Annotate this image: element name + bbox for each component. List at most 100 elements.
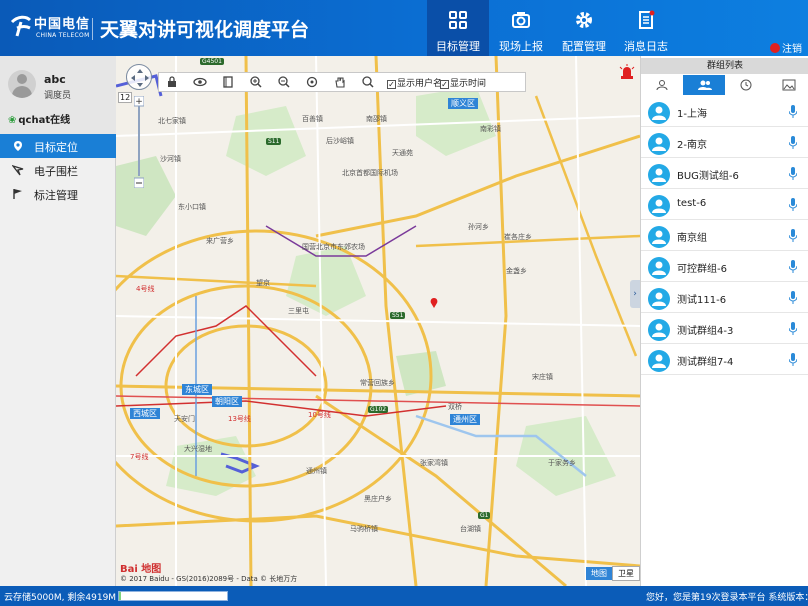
tab-history[interactable] bbox=[725, 75, 767, 95]
map-highway-label: S11 bbox=[266, 138, 282, 145]
map-place-label: 黑庄户乡 bbox=[364, 495, 392, 503]
map-type-satellite[interactable]: 卫星 bbox=[612, 566, 640, 581]
storage-progress-bar bbox=[118, 591, 228, 601]
book-icon[interactable] bbox=[221, 75, 235, 89]
group-avatar-icon bbox=[648, 257, 670, 279]
menu-annotation[interactable]: 标注管理 bbox=[0, 182, 116, 206]
group-icon bbox=[698, 80, 712, 90]
app-title: 天翼对讲可视化调度平台 bbox=[100, 19, 310, 41]
china-telecom-logo: 中国电信 CHINA TELECOM bbox=[8, 10, 98, 46]
tab-images[interactable] bbox=[767, 75, 808, 95]
user-icon bbox=[656, 80, 668, 91]
telecom-mark-icon bbox=[10, 15, 32, 37]
show-username-checkbox[interactable]: ✓ 显示用户名 bbox=[387, 76, 442, 89]
nav-config-management[interactable]: 配置管理 bbox=[553, 0, 615, 56]
right-panel-toggle[interactable]: › bbox=[630, 280, 640, 308]
microphone-icon[interactable] bbox=[789, 322, 797, 335]
logout-button[interactable]: 注销 bbox=[770, 40, 802, 55]
group-list-item[interactable]: 南京组 bbox=[641, 221, 808, 251]
left-panel: abc 调度员 ❀ qchat在线 目标定位 电子围栏 标注管理 bbox=[0, 56, 116, 586]
map-type-normal[interactable]: 地图 bbox=[586, 567, 612, 580]
qchat-status: ❀ qchat在线 bbox=[8, 111, 70, 126]
map-place-label: 南邵镇 bbox=[366, 115, 387, 123]
lock-icon[interactable] bbox=[165, 75, 179, 89]
zoom-in-icon[interactable] bbox=[249, 75, 263, 89]
nav-target-management[interactable]: 目标管理 bbox=[427, 0, 489, 56]
group-list-item[interactable]: 测试群组4-3 bbox=[641, 314, 808, 344]
power-icon bbox=[770, 43, 780, 53]
microphone-icon[interactable] bbox=[789, 291, 797, 304]
eye-icon[interactable] bbox=[193, 75, 207, 89]
map-place-label: 大兴湿地 bbox=[184, 445, 212, 453]
microphone-icon[interactable] bbox=[789, 260, 797, 273]
menu-geo-fence[interactable]: 电子围栏 bbox=[0, 158, 116, 182]
map-place-label: 天安门 bbox=[174, 415, 195, 423]
logo-cn-text: 中国电信 bbox=[34, 17, 91, 32]
group-list-item[interactable]: 测试群组7-4 bbox=[641, 345, 808, 375]
location-pin-icon bbox=[14, 141, 22, 151]
group-name: 1-上海 bbox=[677, 109, 707, 120]
group-list-item[interactable]: 测试111-6 bbox=[641, 283, 808, 313]
chevron-right-icon: › bbox=[633, 289, 637, 299]
hand-pan-icon[interactable] bbox=[333, 75, 347, 89]
user-info-box: abc 调度员 ❀ qchat在线 bbox=[0, 56, 116, 134]
map-place-label: 后沙峪镇 bbox=[326, 137, 354, 145]
map-copyright: © 2017 Baidu - GS(2016)2089号 - Data © 长地… bbox=[120, 575, 298, 583]
header-bar: 中国电信 CHINA TELECOM 天翼对讲可视化调度平台 目标管理 现场上报… bbox=[0, 0, 808, 56]
tab-users[interactable] bbox=[641, 75, 683, 95]
nav-message-log[interactable]: 消息日志 bbox=[615, 0, 677, 56]
zoom-track-icon: + bbox=[133, 95, 145, 189]
camera-icon bbox=[512, 12, 530, 28]
map-pan-control[interactable] bbox=[126, 64, 152, 90]
map-place-label: 南彩镇 bbox=[480, 125, 501, 133]
group-list-item[interactable]: 可控群组-6 bbox=[641, 252, 808, 282]
group-avatar-icon bbox=[648, 133, 670, 155]
map-place-label: 通州镇 bbox=[306, 467, 327, 475]
microphone-icon[interactable] bbox=[789, 167, 797, 180]
map-place-label: 东小口镇 bbox=[178, 203, 206, 211]
group-avatar-icon bbox=[648, 226, 670, 248]
map-district-label: 通州区 bbox=[450, 414, 480, 425]
map-zoom-slider[interactable]: + 12 bbox=[118, 92, 145, 189]
map-district-label: 西城区 bbox=[130, 408, 160, 419]
pan-arrows-icon bbox=[131, 69, 149, 87]
tab-groups[interactable] bbox=[683, 75, 725, 95]
menu-target-location[interactable]: 目标定位 bbox=[0, 134, 116, 158]
nav-field-report[interactable]: 现场上报 bbox=[490, 0, 552, 56]
user-role: 调度员 bbox=[44, 91, 72, 101]
microphone-icon[interactable] bbox=[789, 136, 797, 149]
map-place-label: 金盏乡 bbox=[506, 267, 527, 275]
checkbox-label: 显示时间 bbox=[450, 79, 487, 89]
map-district-label: 东城区 bbox=[182, 384, 212, 395]
group-name: 2-南京 bbox=[677, 140, 707, 151]
grid-icon bbox=[449, 11, 467, 29]
zoom-out-icon[interactable] bbox=[277, 75, 291, 89]
group-list-panel: 群组列表 1-上海 2-南京 BUG测试组-6 test-6 南京组 可控群组-6 测试11… bbox=[640, 56, 808, 586]
group-list-item[interactable]: 2-南京 bbox=[641, 128, 808, 158]
map-view[interactable]: 北七家镇 沙河镇 百善镇 南邵镇 顺义区 南彩镇 后沙峪镇 北京首都国际机场 东… bbox=[116, 56, 640, 586]
group-list-title: 群组列表 bbox=[641, 58, 808, 74]
microphone-icon[interactable] bbox=[789, 229, 797, 242]
group-list-item[interactable]: test-6 bbox=[641, 190, 808, 220]
map-place-label: 双桥 bbox=[448, 403, 462, 411]
group-list-item[interactable]: 1-上海 bbox=[641, 97, 808, 127]
search-icon[interactable] bbox=[361, 75, 375, 89]
map-type-switch: 地图 卫星 bbox=[586, 566, 640, 581]
microphone-icon[interactable] bbox=[789, 105, 797, 118]
map-subway-label: 13号线 bbox=[228, 415, 251, 423]
microphone-icon[interactable] bbox=[789, 198, 797, 211]
target-icon[interactable] bbox=[305, 75, 319, 89]
group-list-item[interactable]: BUG测试组-6 bbox=[641, 159, 808, 189]
checkbox-tick-icon: ✓ bbox=[387, 80, 396, 89]
alarm-light-icon[interactable] bbox=[618, 64, 636, 80]
gear-icon bbox=[576, 12, 592, 28]
map-district-label: 顺义区 bbox=[448, 98, 478, 109]
show-time-checkbox[interactable]: ✓ 显示时间 bbox=[440, 76, 486, 89]
storage-text: 云存储5000M, 剩余4919M bbox=[4, 593, 117, 603]
nav-label: 目标管理 bbox=[436, 40, 480, 53]
map-place-label: 马驹桥镇 bbox=[350, 525, 378, 533]
map-place-label: 三里屯 bbox=[288, 307, 309, 315]
group-name: test-6 bbox=[677, 198, 707, 209]
microphone-icon[interactable] bbox=[789, 353, 797, 366]
map-place-label: 北七家镇 bbox=[158, 117, 186, 125]
